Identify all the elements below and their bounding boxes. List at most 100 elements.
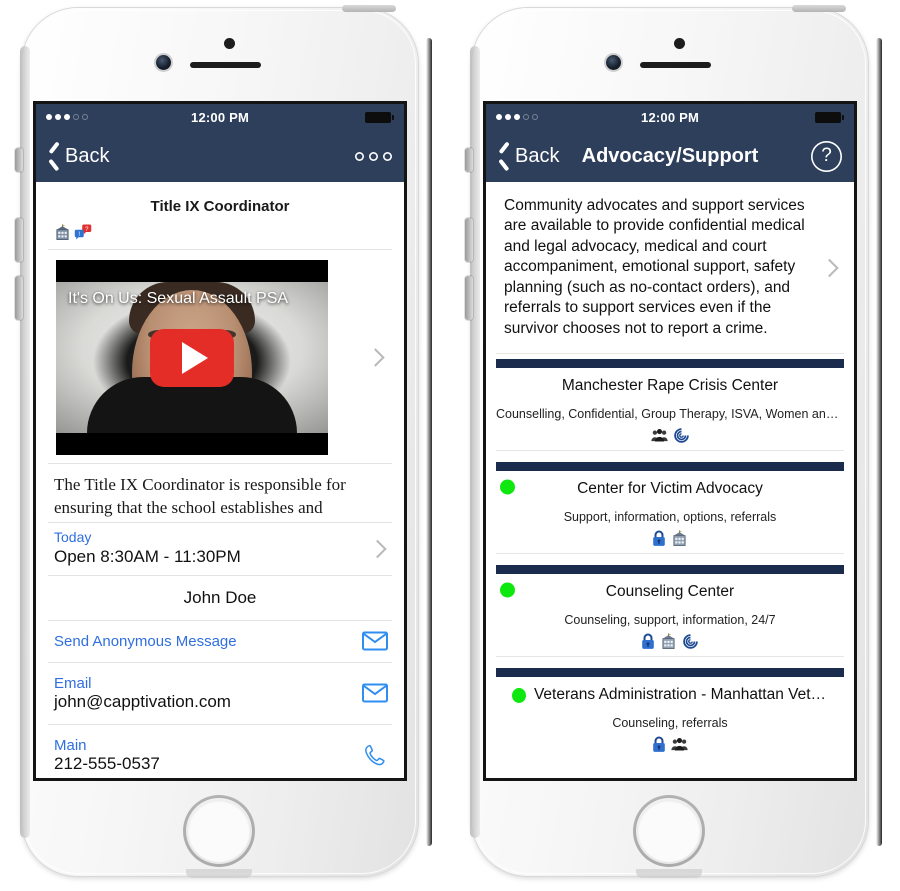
card-subtitle: Counselling, Confidential, Group Therapy…	[496, 407, 854, 422]
help-button[interactable]: ?	[811, 141, 842, 172]
back-label: Back	[65, 144, 110, 167]
card-accent-bar	[496, 565, 844, 575]
status-dot	[500, 479, 515, 495]
status-clock: 12:00 PM	[191, 109, 249, 125]
hours-row[interactable]: Today Open 8:30AM - 11:30PM	[36, 523, 404, 575]
power-button[interactable]	[792, 5, 846, 12]
nav-bar: Back	[36, 130, 404, 182]
back-button[interactable]: Back	[498, 145, 559, 168]
phone-right-edge	[876, 38, 882, 846]
power-button[interactable]	[342, 5, 396, 12]
email-row[interactable]: Email john@capptivation.com	[36, 663, 404, 724]
building-icon	[671, 530, 688, 547]
send-anonymous-message-row[interactable]: Send Anonymous Message	[36, 621, 404, 662]
screen-content-right: Community advocates and support services…	[486, 182, 854, 778]
phone-icon[interactable]	[362, 742, 388, 768]
front-camera	[156, 55, 171, 70]
card-accent-bar	[496, 359, 844, 369]
proximity-sensor	[674, 38, 685, 49]
front-camera	[606, 55, 621, 70]
earpiece-speaker	[190, 62, 261, 68]
letterbox-top	[56, 260, 328, 282]
mute-switch[interactable]	[15, 148, 23, 172]
list-item[interactable]: Veterans Administration - Manhattan Vet …	[486, 668, 854, 765]
phone-row[interactable]: Main 212-555-0537	[36, 725, 404, 778]
back-button[interactable]: Back	[48, 145, 109, 168]
card-icon-row	[486, 530, 854, 553]
email-label: Email	[54, 674, 92, 692]
card-header: Veterans Administration - Manhattan Vet …	[486, 677, 854, 708]
card-title: Center for Victim Advocacy	[577, 480, 763, 498]
card-title: Veterans Administration - Manhattan Vet …	[533, 686, 828, 704]
list-item[interactable]: Center for Victim Advocacy Support, info…	[486, 462, 854, 560]
back-label: Back	[515, 144, 560, 167]
screenshot-stage: 12:00 PM Back Title IX Coordinator ? ! I…	[0, 0, 900, 891]
card-icon-row	[486, 633, 854, 656]
card-header: Counseling Center	[486, 574, 854, 605]
battery-icon	[815, 111, 844, 123]
phone-value: 212-555-0537	[54, 753, 160, 773]
screen-right: 12:00 PM Back Advocacy/Support ? Communi…	[486, 104, 854, 778]
envelope-icon[interactable]	[362, 631, 388, 651]
video-next-button[interactable]	[366, 348, 385, 367]
mute-switch[interactable]	[465, 148, 473, 172]
chevron-right-icon	[820, 258, 839, 277]
swirl-icon	[682, 633, 699, 650]
card-subtitle: Counseling, referrals	[612, 716, 728, 731]
group-people-icon	[671, 737, 688, 752]
divider	[496, 553, 844, 555]
hours-value: Open 8:30AM - 11:30PM	[54, 546, 241, 566]
contact-name: John Doe	[183, 587, 257, 607]
lock-icon	[652, 530, 666, 547]
home-button[interactable]	[633, 795, 705, 867]
video-thumbnail[interactable]: It's On Us: Sexual Assault PSA	[56, 260, 328, 455]
list-item[interactable]: Manchester Rape Crisis Center Counsellin…	[486, 359, 854, 457]
card-accent-bar	[496, 668, 844, 678]
card-subtitle: Counseling, support, information, 24/7	[564, 613, 776, 628]
card-accent-bar	[496, 462, 844, 472]
building-icon	[660, 633, 677, 650]
status-bar: 12:00 PM	[486, 104, 854, 130]
battery-icon	[365, 111, 394, 123]
hours-label: Today	[54, 528, 92, 545]
status-dot	[512, 687, 526, 703]
video-carousel[interactable]: It's On Us: Sexual Assault PSA	[36, 250, 404, 463]
more-options-button[interactable]	[355, 152, 392, 161]
youtube-play-icon[interactable]	[150, 328, 234, 387]
chevron-left-icon	[48, 145, 61, 168]
screen-content-left: Title IX Coordinator ? ! It's On Us: Sex…	[36, 182, 404, 778]
card-header: Manchester Rape Crisis Center	[486, 368, 854, 399]
volume-down-button[interactable]	[465, 276, 473, 320]
chevron-right-icon	[366, 348, 385, 367]
email-value: john@capptivation.com	[54, 691, 231, 711]
tag-icon-strip: ? !	[36, 223, 404, 249]
page-title: Title IX Coordinator	[150, 198, 290, 215]
nav-bar: Back Advocacy/Support ?	[486, 130, 854, 182]
status-bar: 12:00 PM	[36, 104, 404, 130]
card-header: Center for Victim Advocacy	[486, 471, 854, 502]
lock-icon	[652, 736, 666, 753]
swirl-icon	[673, 427, 690, 444]
card-title: Manchester Rape Crisis Center	[561, 377, 779, 395]
home-button[interactable]	[183, 795, 255, 867]
description-text: The Title IX Coordinator is responsible …	[54, 475, 346, 517]
volume-down-button[interactable]	[15, 276, 23, 320]
envelope-icon[interactable]	[362, 683, 388, 703]
lock-icon	[641, 633, 655, 650]
kebab-more-icon	[355, 152, 392, 161]
list-item[interactable]: Counseling Center Counseling, support, i…	[486, 565, 854, 663]
phone-chin	[186, 869, 252, 878]
volume-up-button[interactable]	[15, 218, 23, 262]
chevron-left-icon	[498, 145, 511, 168]
card-title: Counseling Center	[605, 583, 735, 601]
phone-right: 12:00 PM Back Advocacy/Support ? Communi…	[460, 5, 882, 883]
divider	[496, 656, 844, 658]
volume-up-button[interactable]	[465, 218, 473, 262]
divider	[496, 353, 844, 355]
phone-left: 12:00 PM Back Title IX Coordinator ? ! I…	[10, 5, 432, 883]
group-people-icon	[650, 428, 668, 443]
chevron-right-icon	[368, 539, 387, 559]
intro-paragraph-row[interactable]: Community advocates and support services…	[486, 182, 854, 353]
building-icon	[54, 223, 71, 241]
status-clock: 12:00 PM	[641, 109, 699, 125]
